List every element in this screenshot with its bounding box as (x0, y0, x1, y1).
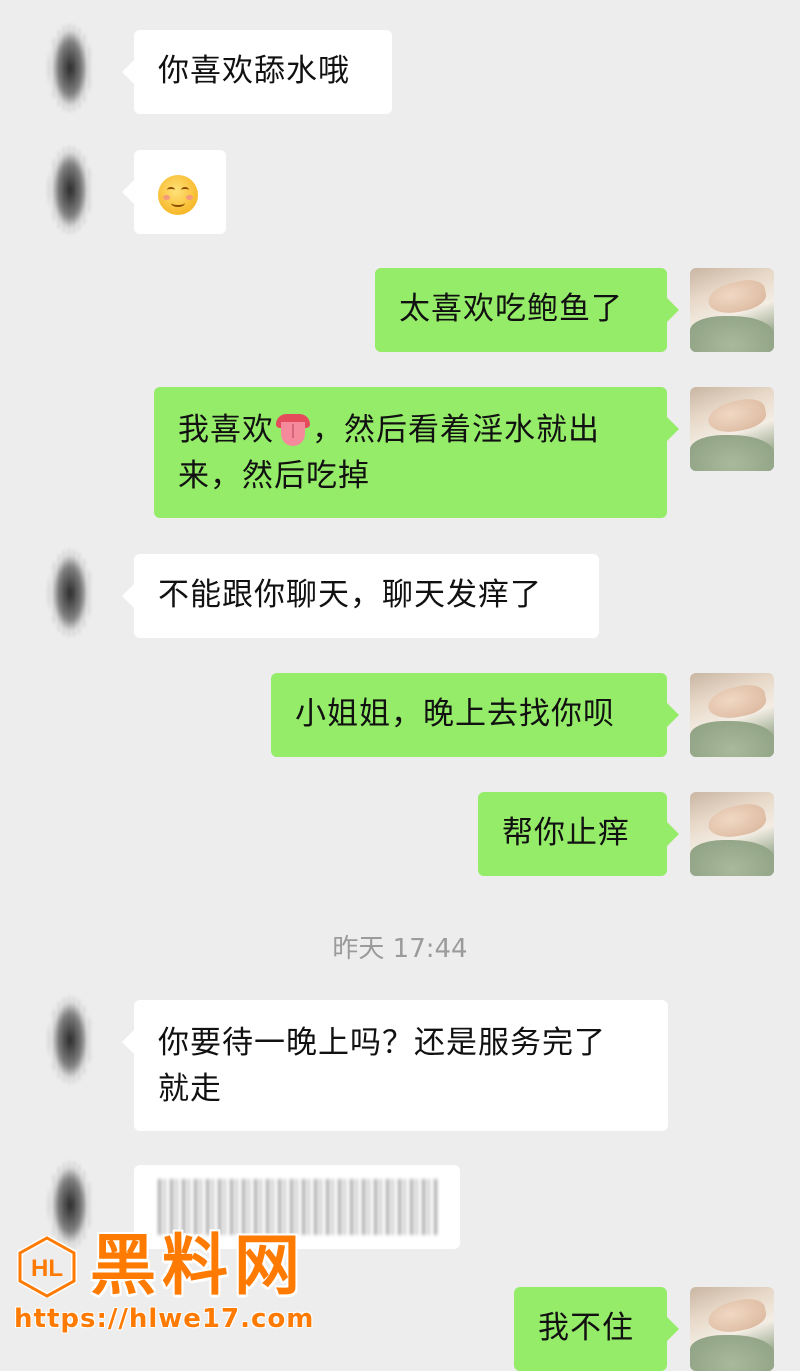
contact-avatar-blurred[interactable] (40, 18, 100, 118)
user-avatar[interactable] (690, 268, 774, 352)
message-text: 小姐姐，晚上去找你呗 (295, 696, 615, 732)
user-avatar[interactable] (690, 1287, 774, 1371)
message-text: 就走 (158, 1071, 222, 1107)
smiling-face-emoji-icon (158, 174, 198, 215)
user-avatar[interactable] (690, 387, 774, 471)
message-text: 你要待一晚上吗？还是服务完了 (158, 1025, 606, 1061)
watermark-title: 黑料网 (90, 1227, 306, 1304)
watermark-url: https://hlwe17.com (14, 1304, 315, 1334)
message-text: 我喜欢 (178, 412, 274, 448)
message-text: 我不住 (538, 1310, 634, 1346)
user-avatar[interactable] (690, 673, 774, 757)
outgoing-message-bubble[interactable]: 小姐姐，晚上去找你呗 (271, 673, 679, 757)
watermark: HL 黑料网 https://hlwe17.com (8, 1227, 338, 1348)
contact-avatar-blurred[interactable] (40, 140, 100, 240)
message-text: ，然后看着淫水就出 (312, 412, 600, 448)
incoming-message-bubble[interactable]: 你喜欢舔水哦 (122, 30, 392, 114)
watermark-logo-icon: HL (17, 1236, 77, 1298)
outgoing-message-bubble[interactable]: 帮你止痒 (478, 792, 679, 876)
svg-text:HL: HL (31, 1255, 63, 1282)
message-text: 不能跟你聊天，聊天发痒了 (158, 577, 542, 613)
tongue-emoji-icon (276, 414, 310, 446)
outgoing-message-bubble[interactable]: 太喜欢吃鲍鱼了 (375, 268, 679, 352)
message-text: 太喜欢吃鲍鱼了 (399, 291, 623, 327)
user-avatar[interactable] (690, 792, 774, 876)
message-text: 你喜欢舔水哦 (158, 53, 350, 89)
contact-avatar-blurred[interactable] (40, 543, 100, 643)
message-text: 来，然后吃掉 (178, 458, 370, 494)
message-text: 帮你止痒 (502, 815, 630, 851)
incoming-message-bubble[interactable]: 不能跟你聊天，聊天发痒了 (122, 554, 599, 638)
incoming-message-bubble[interactable]: 你要待一晚上吗？还是服务完了 就走 (122, 1000, 668, 1131)
contact-avatar-blurred[interactable] (40, 990, 100, 1090)
outgoing-message-bubble[interactable]: 我喜欢 ，然后看着淫水就出 来，然后吃掉 (154, 387, 679, 518)
outgoing-message-bubble[interactable]: 我不住 (514, 1287, 679, 1371)
chat-timestamp: 昨天 17:44 (332, 934, 468, 964)
incoming-message-bubble[interactable] (122, 150, 226, 234)
